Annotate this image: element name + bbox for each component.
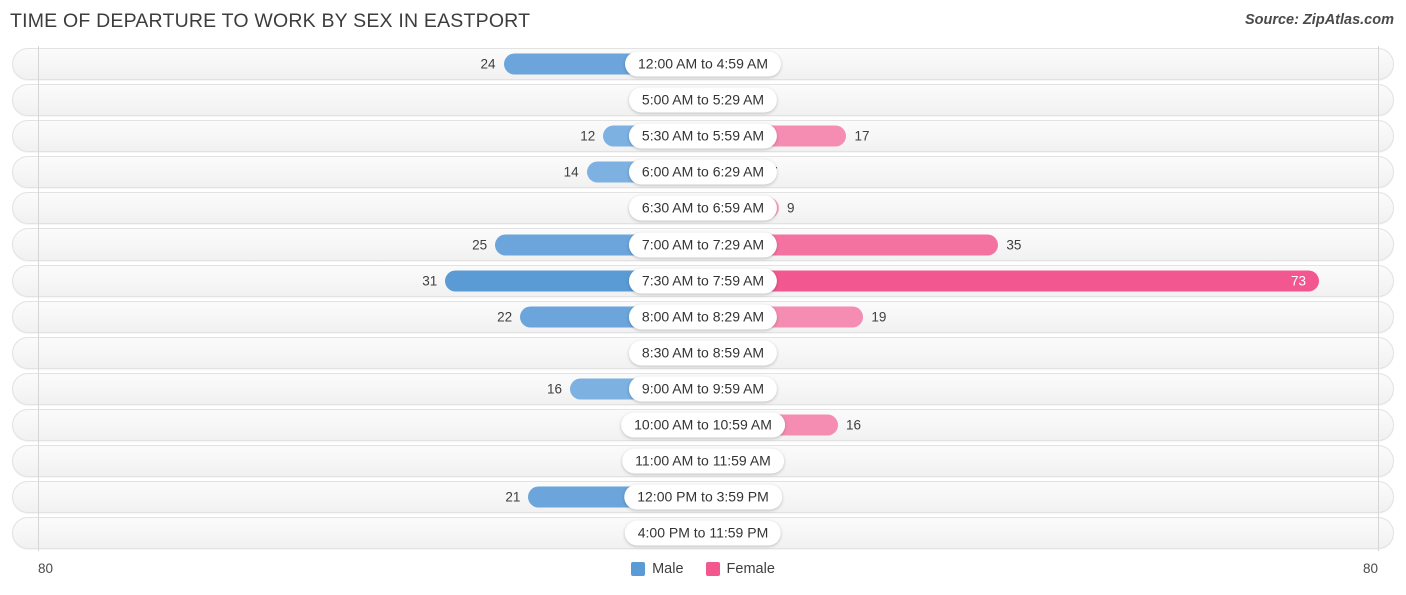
category-label-pill: 9:00 AM to 9:59 AM — [628, 376, 778, 402]
value-label-male: 21 — [505, 489, 521, 505]
category-label-pill: 12:00 PM to 3:59 PM — [624, 484, 782, 510]
chart-row[interactable]: 708:30 AM to 8:59 AM — [0, 335, 1406, 371]
category-label-pill: 5:00 AM to 5:29 AM — [628, 87, 778, 113]
axis-line-right — [1378, 46, 1379, 551]
bar-female[interactable] — [703, 270, 1319, 292]
category-label-pill: 4:00 PM to 11:59 PM — [624, 520, 782, 546]
value-label-male: 16 — [546, 381, 562, 397]
chart-footer: 80 80 Male Female — [0, 551, 1406, 595]
category-label-pill: 6:30 AM to 6:59 AM — [628, 195, 778, 221]
chart-plot-area: 24012:00 AM to 4:59 AM535:00 AM to 5:29 … — [0, 46, 1406, 551]
chart-header: TIME OF DEPARTURE TO WORK BY SEX IN EAST… — [0, 0, 1406, 44]
value-label-male: 31 — [422, 273, 438, 289]
category-label-pill: 11:00 AM to 11:59 AM — [622, 448, 784, 474]
chart-row[interactable]: 12 17 5:30 AM to 5:59 AM — [0, 118, 1406, 154]
legend-item-male[interactable]: Male — [631, 561, 684, 577]
legend-label-male: Male — [652, 561, 684, 577]
category-label-pill: 6:00 AM to 6:29 AM — [628, 159, 778, 185]
value-label-female: 35 — [1006, 237, 1022, 253]
source-attribution: Source: ZipAtlas.com — [1244, 12, 1394, 28]
category-label-pill: 12:00 AM to 4:59 AM — [625, 51, 781, 77]
chart-row[interactable]: 504:00 PM to 11:59 PM — [0, 515, 1406, 551]
value-label-male: 22 — [497, 309, 513, 325]
legend-label-female: Female — [726, 561, 775, 577]
legend-swatch-female-icon — [705, 562, 720, 576]
axis-line-left — [38, 46, 39, 551]
category-label-pill: 5:30 AM to 5:59 AM — [628, 123, 778, 149]
value-label-male: 12 — [580, 128, 596, 144]
category-label-pill: 7:30 AM to 7:59 AM — [628, 268, 778, 294]
chart-row[interactable]: 31 73 7:30 AM to 7:59 AM — [0, 263, 1406, 299]
legend-swatch-male-icon — [631, 562, 646, 576]
value-label-female: 16 — [846, 417, 862, 433]
chart-legend: Male Female — [0, 561, 1406, 577]
page-title: TIME OF DEPARTURE TO WORK BY SEX IN EAST… — [10, 10, 531, 32]
chart-row[interactable]: 1476:00 AM to 6:29 AM — [0, 154, 1406, 190]
chart-row[interactable]: 22 19 8:00 AM to 8:29 AM — [0, 299, 1406, 335]
chart-row[interactable]: 21610:00 AM to 10:59 AM — [0, 407, 1406, 443]
value-label-male: 14 — [563, 164, 579, 180]
value-label-female: 9 — [786, 200, 795, 216]
category-label-pill: 10:00 AM to 10:59 AM — [621, 412, 785, 438]
value-label-female: 17 — [854, 128, 870, 144]
chart-row[interactable]: 0011:00 AM to 11:59 AM — [0, 443, 1406, 479]
chart-row[interactable]: 24012:00 AM to 4:59 AM — [0, 46, 1406, 82]
chart-row[interactable]: 535:00 AM to 5:29 AM — [0, 82, 1406, 118]
legend-item-female[interactable]: Female — [705, 561, 775, 577]
category-label-pill: 8:30 AM to 8:59 AM — [628, 340, 778, 366]
chart-row[interactable]: 1629:00 AM to 9:59 AM — [0, 371, 1406, 407]
chart-row[interactable]: 21012:00 PM to 3:59 PM — [0, 479, 1406, 515]
category-label-pill: 8:00 AM to 8:29 AM — [628, 304, 778, 330]
chart-row[interactable]: 25 35 7:00 AM to 7:29 AM — [0, 226, 1406, 262]
value-label-male: 25 — [472, 237, 488, 253]
value-label-female: 19 — [871, 309, 887, 325]
value-label-male: 24 — [480, 56, 496, 72]
category-label-pill: 7:00 AM to 7:29 AM — [628, 232, 778, 258]
bar-rows-container: 24012:00 AM to 4:59 AM535:00 AM to 5:29 … — [0, 46, 1406, 551]
value-label-female: 73 — [1290, 273, 1306, 289]
chart-row[interactable]: 396:30 AM to 6:59 AM — [0, 190, 1406, 226]
